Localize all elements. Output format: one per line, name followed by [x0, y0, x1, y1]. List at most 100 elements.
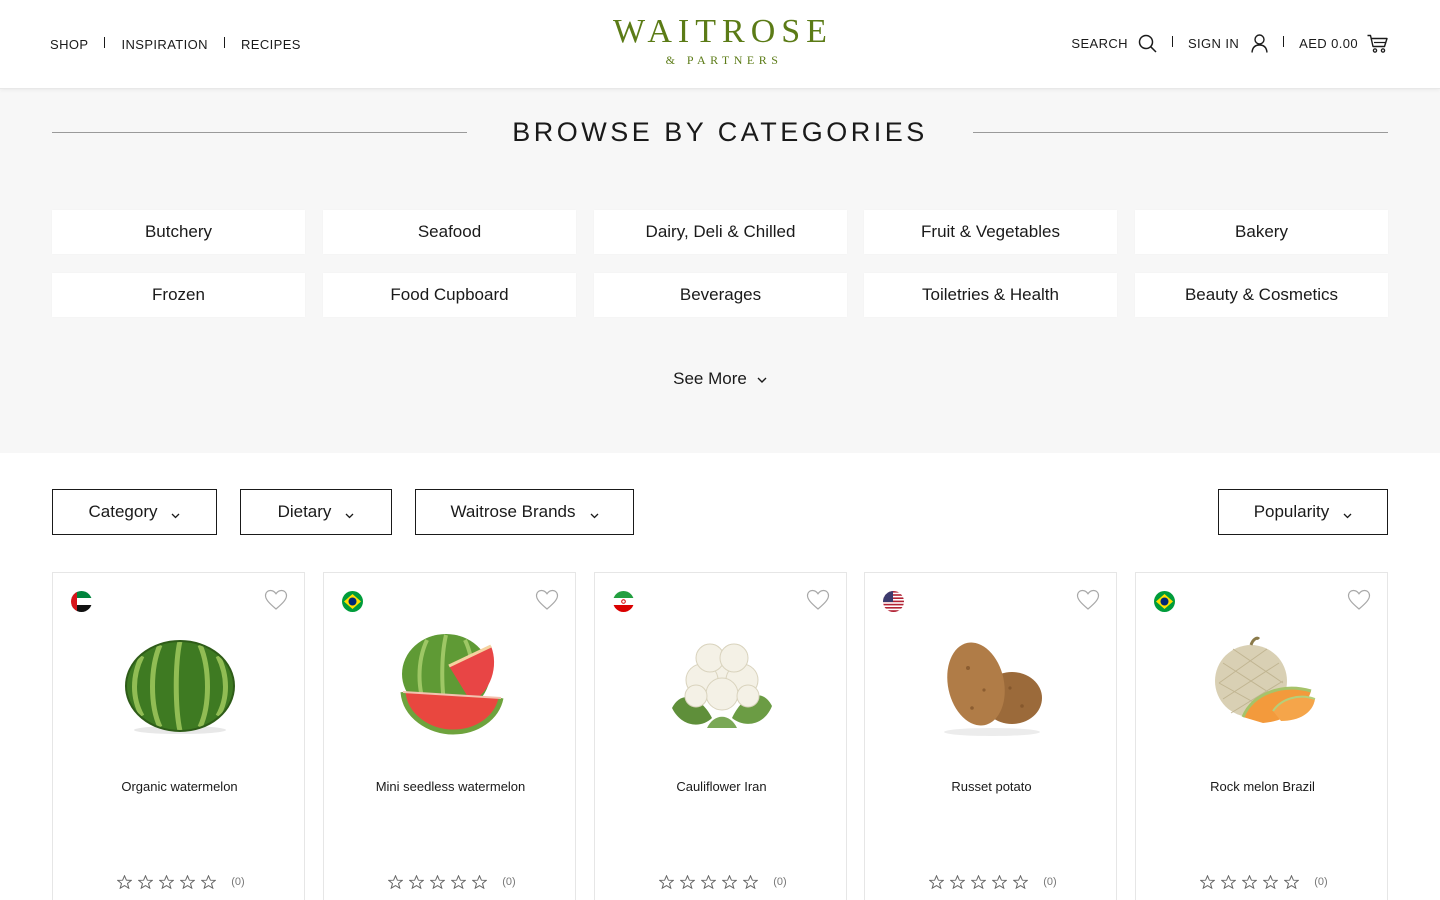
rock-melon-image[interactable] [1136, 613, 1389, 753]
product-card[interactable]: Cauliflower Iran (0) [594, 572, 847, 900]
rating-count: (0) [502, 876, 516, 888]
product-rating: (0) [53, 875, 306, 889]
brazil-flag-icon [342, 591, 363, 612]
rating-stars [926, 875, 1031, 889]
wishlist-heart-icon[interactable] [806, 589, 830, 616]
star-icon [138, 875, 154, 889]
star-icon [409, 875, 425, 889]
site-header: SHOP INSPIRATION RECIPES WAITROSE & PART… [0, 0, 1440, 89]
category-beverages[interactable]: Beverages [594, 273, 847, 317]
category-food-cupboard[interactable]: Food Cupboard [323, 273, 576, 317]
logo-subtitle: & PARTNERS [665, 53, 783, 67]
watermelon-image[interactable] [53, 613, 306, 753]
rating-count: (0) [231, 876, 245, 888]
uae-flag-icon [71, 591, 92, 612]
category-dairy-deli-chilled[interactable]: Dairy, Deli & Chilled [594, 210, 847, 254]
star-icon [722, 875, 738, 889]
star-icon [743, 875, 759, 889]
chevron-down-icon [345, 504, 354, 524]
sign-in-label: SIGN IN [1187, 36, 1240, 51]
star-icon [1221, 875, 1237, 889]
cart-button[interactable]: AED 0.00 [1299, 34, 1388, 53]
star-icon [1284, 875, 1300, 889]
star-icon [680, 875, 696, 889]
user-icon [1251, 34, 1268, 53]
rating-count: (0) [1314, 876, 1328, 888]
chevron-down-icon [590, 504, 599, 524]
star-icon [201, 875, 217, 889]
cart-icon [1367, 34, 1388, 53]
brands-filter-dropdown[interactable]: Waitrose Brands [415, 489, 634, 535]
rating-count: (0) [1043, 876, 1057, 888]
product-name[interactable]: Russet potato [865, 779, 1118, 794]
usa-flag-icon [883, 591, 904, 612]
star-icon [451, 875, 467, 889]
product-name[interactable]: Cauliflower Iran [595, 779, 848, 794]
star-icon [388, 875, 404, 889]
rating-count: (0) [773, 876, 787, 888]
brands-filter-label: Waitrose Brands [450, 502, 576, 521]
star-icon [701, 875, 717, 889]
category-butchery[interactable]: Butchery [52, 210, 305, 254]
see-more-button[interactable]: See More [0, 369, 1440, 389]
sort-label: Popularity [1253, 502, 1330, 521]
star-icon [472, 875, 488, 889]
category-fruit-vegetables[interactable]: Fruit & Vegetables [864, 210, 1117, 254]
star-icon [1200, 875, 1216, 889]
cart-total: AED 0.00 [1299, 36, 1358, 51]
star-icon [929, 875, 945, 889]
star-icon [159, 875, 175, 889]
product-rating: (0) [865, 875, 1118, 889]
product-name[interactable]: Mini seedless watermelon [324, 779, 577, 794]
product-card[interactable]: Organic watermelon (0) [52, 572, 305, 900]
sort-dropdown[interactable]: Popularity [1218, 489, 1388, 535]
see-more-label: See More [673, 369, 747, 388]
product-rating: (0) [324, 875, 577, 889]
sign-in-button[interactable]: SIGN IN [1188, 34, 1268, 53]
product-rating: (0) [595, 875, 848, 889]
product-rating: (0) [1136, 875, 1389, 889]
potato-image[interactable] [865, 613, 1118, 753]
rating-stars [656, 875, 761, 889]
wishlist-heart-icon[interactable] [1076, 589, 1100, 616]
star-icon [180, 875, 196, 889]
category-beauty-cosmetics[interactable]: Beauty & Cosmetics [1135, 273, 1388, 317]
star-icon [1013, 875, 1029, 889]
rating-stars [385, 875, 490, 889]
star-icon [971, 875, 987, 889]
search-button[interactable]: SEARCH [1071, 34, 1157, 53]
star-icon [1263, 875, 1279, 889]
browse-categories-section: BROWSE BY CATEGORIES Butchery Seafood Da… [0, 89, 1440, 453]
cut-watermelon-image[interactable] [324, 613, 577, 753]
brazil-flag-icon [1154, 591, 1175, 612]
category-seafood[interactable]: Seafood [323, 210, 576, 254]
star-icon [659, 875, 675, 889]
star-icon [950, 875, 966, 889]
category-frozen[interactable]: Frozen [52, 273, 305, 317]
chevron-down-icon [171, 504, 180, 524]
category-bakery[interactable]: Bakery [1135, 210, 1388, 254]
category-filter-dropdown[interactable]: Category [52, 489, 217, 535]
search-label: SEARCH [1071, 36, 1128, 51]
rating-stars [114, 875, 219, 889]
product-card[interactable]: Mini seedless watermelon (0) [323, 572, 576, 900]
wishlist-heart-icon[interactable] [535, 589, 559, 616]
chevron-down-icon [757, 369, 767, 389]
product-card[interactable]: Rock melon Brazil (0) [1135, 572, 1388, 900]
chevron-down-icon [1343, 504, 1352, 524]
rating-stars [1197, 875, 1302, 889]
product-name[interactable]: Rock melon Brazil [1136, 779, 1389, 794]
account-nav: SEARCH SIGN IN AED 0.00 [1071, 34, 1388, 53]
product-name[interactable]: Organic watermelon [53, 779, 306, 794]
star-icon [992, 875, 1008, 889]
dietary-filter-dropdown[interactable]: Dietary [240, 489, 392, 535]
category-toiletries-health[interactable]: Toiletries & Health [864, 273, 1117, 317]
product-card[interactable]: Russet potato (0) [864, 572, 1117, 900]
cauliflower-image[interactable] [595, 613, 848, 753]
star-icon [1242, 875, 1258, 889]
wishlist-heart-icon[interactable] [1347, 589, 1371, 616]
star-icon [117, 875, 133, 889]
dietary-filter-label: Dietary [277, 502, 332, 521]
search-icon [1138, 34, 1157, 53]
wishlist-heart-icon[interactable] [264, 589, 288, 616]
